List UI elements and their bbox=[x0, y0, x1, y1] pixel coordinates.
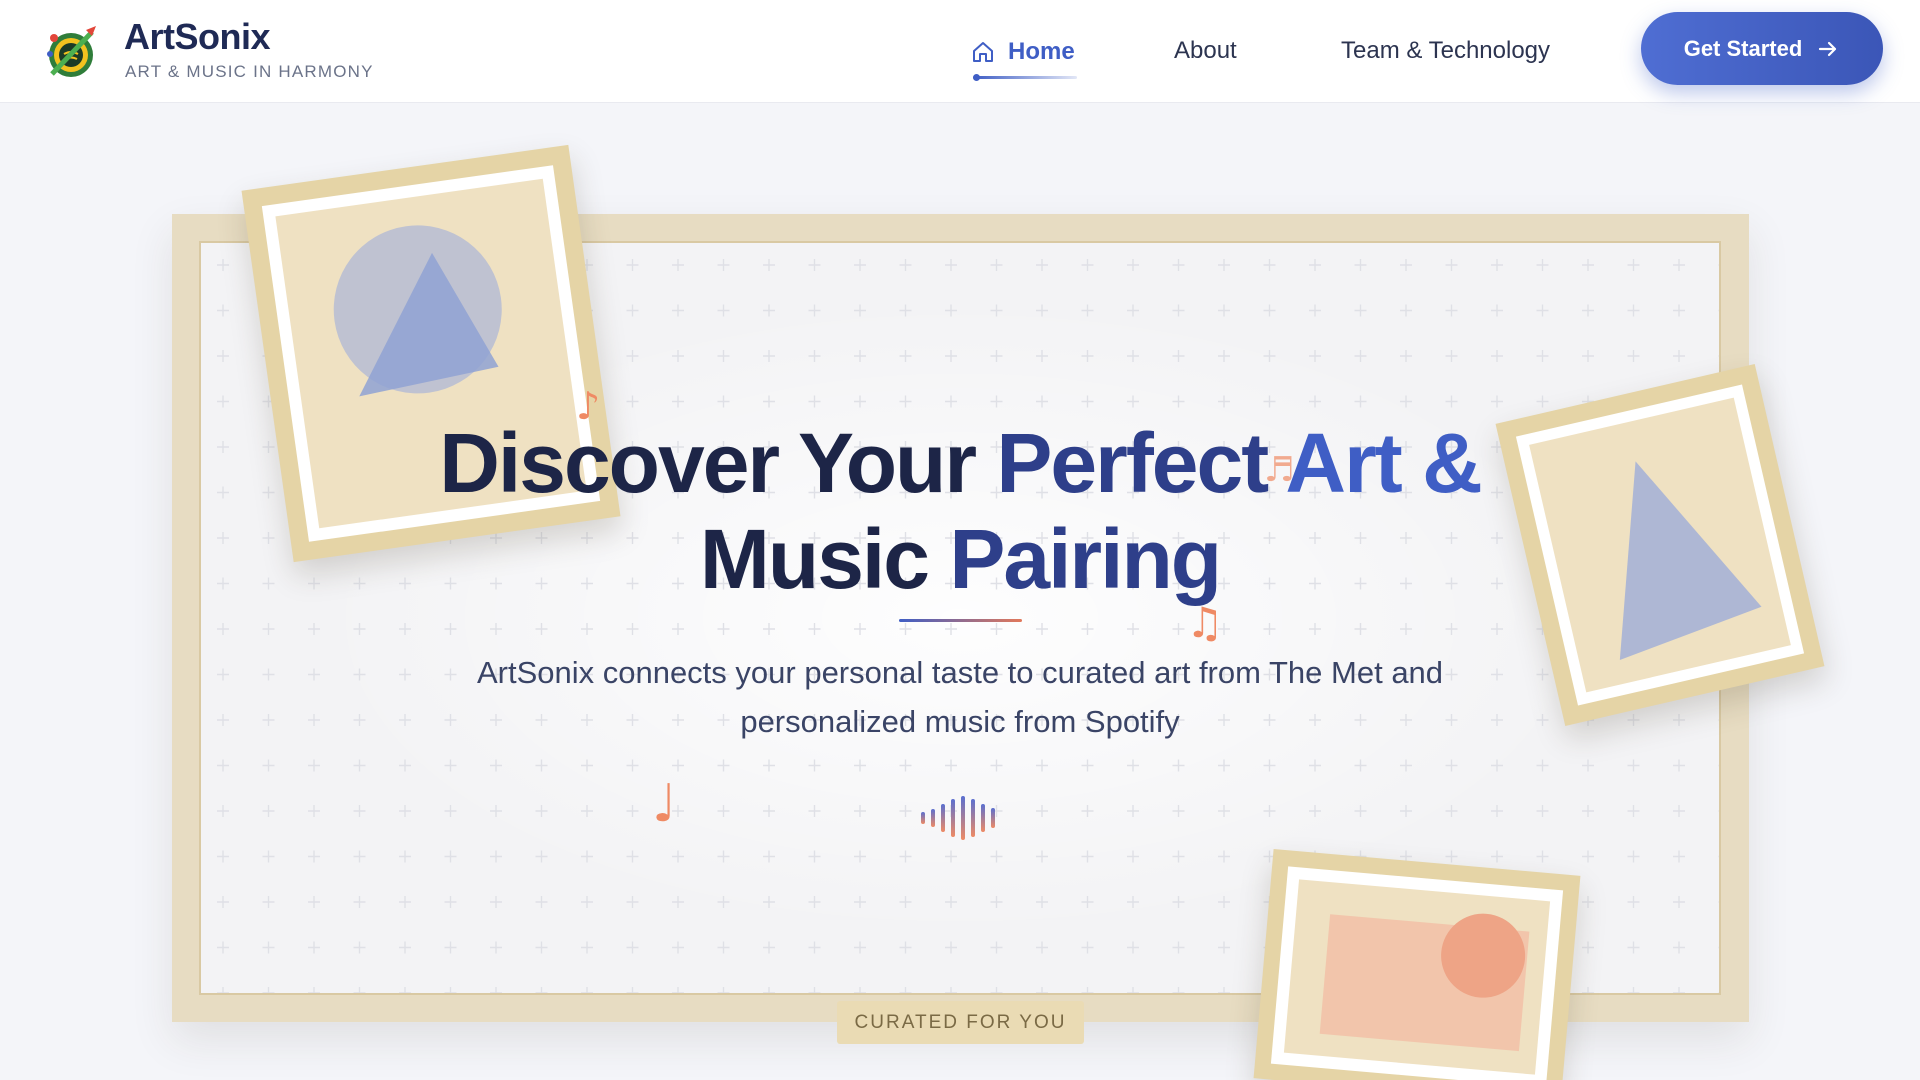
music-note-icon: ♬ bbox=[1264, 450, 1295, 490]
nav-active-dot bbox=[973, 74, 980, 81]
curated-badge-label: CURATED FOR YOU bbox=[854, 1011, 1067, 1033]
title-divider bbox=[899, 619, 1022, 622]
nav-item-about[interactable]: About bbox=[1174, 37, 1237, 65]
hero-title-part5: Pairing bbox=[949, 512, 1222, 606]
arrow-right-icon bbox=[1819, 41, 1837, 56]
hero-subtitle-line1: ArtSonix connects your personal taste to… bbox=[476, 655, 1444, 690]
nav-item-home[interactable]: Home bbox=[970, 34, 1075, 70]
nav-active-underline bbox=[973, 76, 1077, 79]
palette-music-logo-icon[interactable] bbox=[42, 24, 100, 82]
music-note-icon: ♪ bbox=[576, 384, 601, 428]
music-note-icon: ♩ bbox=[652, 774, 677, 834]
home-icon bbox=[973, 42, 993, 62]
brand-name[interactable]: ArtSonix bbox=[124, 16, 271, 58]
sun-art-shape bbox=[1319, 913, 1530, 1052]
music-note-icon: ♫ bbox=[1186, 598, 1224, 647]
hero-title: Discover Your Perfect Art & Music Pairin… bbox=[400, 415, 1520, 607]
hero-title-part1: Discover Your bbox=[439, 416, 997, 510]
hero-title-part4: Music bbox=[699, 512, 950, 606]
nav-item-home-label: Home bbox=[1008, 38, 1075, 65]
hero-subtitle: ArtSonix connects your personal taste to… bbox=[400, 648, 1520, 746]
top-navbar: ArtSonix ART & MUSIC IN HARMONY Home Abo… bbox=[0, 0, 1920, 102]
hero-title-part2: Perfect bbox=[996, 416, 1269, 510]
sound-wave-icon bbox=[921, 796, 995, 840]
get-started-button[interactable]: Get Started bbox=[1641, 12, 1883, 85]
hero-title-part3: Art & bbox=[1267, 416, 1482, 510]
art-frame-bottom bbox=[1253, 849, 1581, 1080]
nav-item-team-technology[interactable]: Team & Technology bbox=[1341, 37, 1550, 65]
hero-subtitle-line2: personalized music from Spotify bbox=[740, 704, 1180, 739]
curated-badge: CURATED FOR YOU bbox=[837, 1001, 1084, 1044]
brand-tagline: ART & MUSIC IN HARMONY bbox=[125, 62, 374, 81]
get-started-label: Get Started bbox=[1683, 35, 1803, 61]
